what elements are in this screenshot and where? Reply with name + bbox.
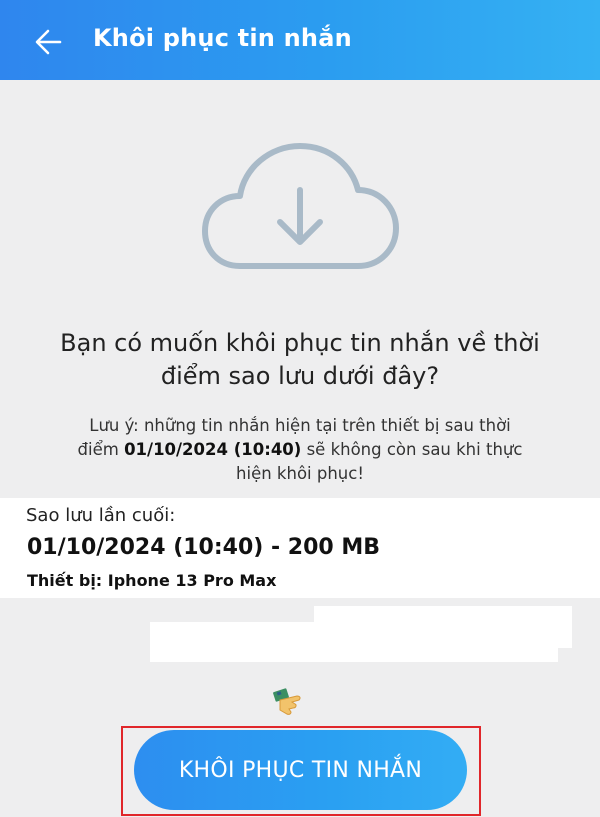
restore-messages-button[interactable]: KHÔI PHỤC TIN NHẮN [134, 730, 467, 810]
note-line-1: Lưu ý: những tin nhắn hiện tại trên thiế… [89, 416, 511, 435]
app-header: Khôi phục tin nhắn [0, 0, 600, 80]
arrow-left-icon [35, 29, 62, 55]
hand-pointer-icon [271, 686, 303, 716]
back-button[interactable] [28, 22, 68, 62]
question-line-1: Bạn có muốn khôi phục tin nhắn về thời [60, 329, 540, 357]
note-line-2: điểm 01/10/2024 (10:40) sẽ không còn sau… [58, 438, 542, 462]
note-suffix: sẽ không còn sau khi thực [301, 440, 523, 459]
page-title: Khôi phục tin nhắn [93, 24, 352, 52]
question-line-2: điểm sao lưu dưới đây? [160, 362, 440, 390]
restore-question: Bạn có muốn khôi phục tin nhắn về thời đ… [0, 327, 600, 393]
blank-overlay [150, 622, 558, 662]
backup-info-card: Sao lưu lần cuối: 01/10/2024 (10:40) - 2… [0, 498, 600, 598]
restore-note: Lưu ý: những tin nhắn hiện tại trên thiế… [58, 414, 542, 486]
note-prefix: điểm [77, 440, 125, 459]
last-backup-label: Sao lưu lần cuối: [26, 505, 176, 526]
cloud-download-icon [200, 138, 400, 273]
device-info: Thiết bị: Iphone 13 Pro Max [27, 571, 277, 590]
note-line-3: hiện khôi phục! [236, 464, 364, 483]
last-backup-value: 01/10/2024 (10:40) - 200 MB [27, 535, 381, 560]
note-date: 01/10/2024 (10:40) [124, 440, 302, 459]
